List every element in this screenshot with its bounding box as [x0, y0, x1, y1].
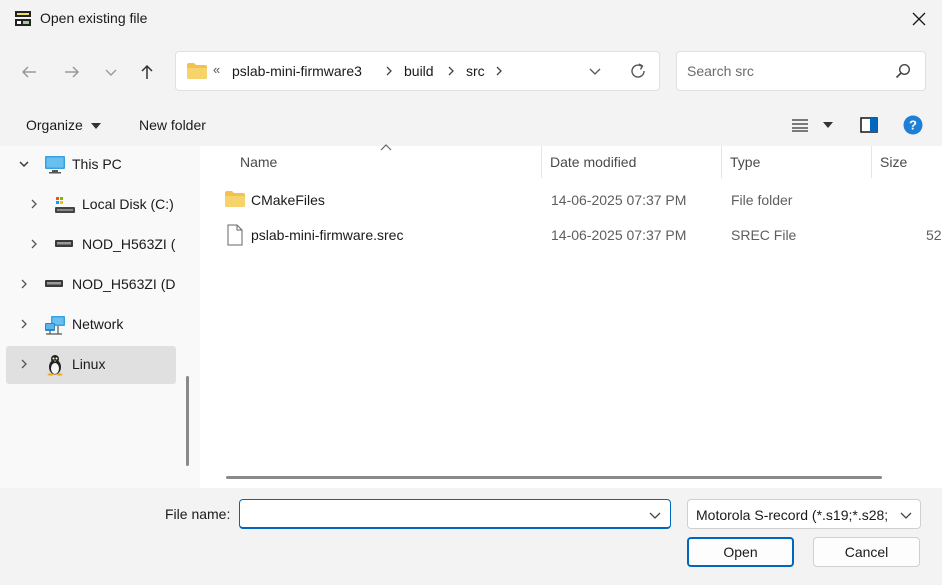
address-overflow[interactable]: «	[213, 62, 220, 77]
sidebar-item-label: NOD_H563ZI (	[82, 236, 176, 252]
file-type-value: Motorola S-record (*.s19;*.s28;	[696, 507, 889, 523]
sidebar-item-label: Network	[72, 316, 124, 332]
file-date: 14-06-2025 07:37 PM	[551, 227, 687, 243]
command-bar: Organize New folder ?	[0, 106, 942, 146]
caret-down-icon	[90, 123, 101, 129]
file-name: CMakeFiles	[251, 192, 325, 208]
sidebar-item-label: NOD_H563ZI (D:	[72, 276, 176, 292]
arrow-right-icon	[65, 66, 80, 78]
local-disk-icon	[55, 197, 75, 213]
column-header-size[interactable]: Size	[880, 154, 907, 170]
file-type: SREC File	[731, 227, 797, 243]
back-button[interactable]	[17, 60, 41, 84]
column-header-date-modified[interactable]: Date modified	[550, 154, 636, 170]
caret-down-icon	[822, 122, 833, 128]
sidebar-item-network[interactable]: Network	[6, 306, 176, 344]
chevron-right-icon[interactable]	[384, 65, 394, 77]
column-header-name[interactable]: Name	[240, 154, 277, 170]
table-row[interactable]: CMakeFiles 14-06-2025 07:37 PM File fold…	[210, 183, 942, 217]
close-button[interactable]	[896, 0, 942, 38]
sort-ascending-icon	[380, 144, 392, 151]
search-icon	[895, 63, 911, 79]
chevron-down-icon	[105, 69, 117, 76]
window-title: Open existing file	[40, 10, 148, 26]
sidebar-item-linux[interactable]: Linux	[6, 346, 176, 384]
chevron-right-icon[interactable]	[494, 65, 504, 77]
new-folder-button[interactable]: New folder	[139, 117, 206, 133]
dialog-footer: File name: Motorola S-record (*.s19;*.s2…	[0, 488, 942, 585]
help-button[interactable]: ?	[903, 115, 923, 138]
app-icon	[15, 11, 31, 26]
refresh-icon[interactable]	[629, 62, 647, 80]
chevron-right-icon[interactable]	[18, 318, 30, 330]
search-input[interactable]: Search src	[676, 51, 926, 91]
breadcrumb-build[interactable]: build	[404, 63, 434, 79]
chevron-down-icon[interactable]	[588, 64, 602, 78]
breadcrumb-pslab-mini-firmware3[interactable]: pslab-mini-firmware3	[232, 63, 362, 79]
navigation-bar: « pslab-mini-firmware3 build src Search …	[0, 38, 942, 106]
arrow-left-icon	[21, 66, 36, 78]
help-icon: ?	[903, 115, 923, 135]
organize-label: Organize	[26, 117, 83, 133]
sidebar-item-label: This PC	[72, 156, 122, 172]
search-placeholder: Search src	[687, 63, 754, 79]
up-button[interactable]	[135, 60, 159, 84]
close-icon	[912, 12, 926, 26]
table-row[interactable]: pslab-mini-firmware.srec 14-06-2025 07:3…	[210, 218, 942, 252]
chevron-right-icon[interactable]	[446, 65, 456, 77]
column-divider[interactable]	[721, 146, 722, 178]
open-button[interactable]: Open	[687, 537, 794, 567]
file-name: pslab-mini-firmware.srec	[251, 227, 404, 243]
chevron-down-icon[interactable]	[18, 158, 30, 170]
file-icon	[227, 224, 243, 246]
sidebar-item-label: Linux	[72, 356, 106, 372]
arrow-up-icon	[141, 64, 153, 79]
preview-pane-button[interactable]	[860, 117, 878, 136]
linux-icon	[47, 355, 63, 376]
file-name-label: File name:	[165, 506, 231, 522]
view-options-button[interactable]	[791, 118, 833, 135]
preview-pane-icon	[860, 117, 878, 133]
column-divider[interactable]	[871, 146, 872, 178]
breadcrumb-src[interactable]: src	[466, 63, 485, 79]
address-bar[interactable]: « pslab-mini-firmware3 build src	[175, 51, 660, 91]
folder-icon	[225, 191, 245, 207]
title-bar: Open existing file	[0, 0, 942, 38]
sidebar-item-this-pc[interactable]: This PC	[6, 146, 176, 184]
pc-icon	[45, 156, 65, 174]
svg-text:?: ?	[909, 118, 917, 133]
file-name-input[interactable]	[239, 499, 671, 529]
file-date: 14-06-2025 07:37 PM	[551, 192, 687, 208]
sidebar-item-nod-drive[interactable]: NOD_H563ZI (	[6, 226, 176, 264]
list-view-icon	[792, 119, 808, 132]
sidebar-scrollbar[interactable]	[186, 376, 189, 466]
column-header-type[interactable]: Type	[730, 154, 760, 170]
chevron-down-icon[interactable]	[648, 508, 662, 522]
organize-button[interactable]: Organize	[26, 117, 101, 133]
cancel-button[interactable]: Cancel	[813, 537, 920, 567]
chevron-right-icon[interactable]	[18, 278, 30, 290]
file-size: 52	[926, 227, 942, 243]
file-type-select[interactable]: Motorola S-record (*.s19;*.s28;	[687, 499, 921, 529]
chevron-right-icon[interactable]	[28, 238, 40, 250]
file-type: File folder	[731, 192, 793, 208]
recent-locations-button[interactable]	[99, 60, 123, 84]
navigation-pane: This PC Local Disk (C:) NOD_H563ZI (NOD…	[0, 146, 200, 488]
chevron-right-icon[interactable]	[28, 198, 40, 210]
sidebar-item-local-disk[interactable]: Local Disk (C:)	[6, 186, 176, 224]
sidebar-item-nod-drive-d[interactable]: NOD_H563ZI (D:	[6, 266, 176, 304]
drive-icon	[45, 280, 63, 287]
sidebar-item-label: Local Disk (C:)	[82, 196, 174, 212]
folder-icon	[187, 63, 207, 79]
file-list: Name Date modified Type Size CMakeFiles …	[200, 144, 942, 488]
network-icon	[45, 316, 65, 335]
chevron-down-icon	[900, 512, 912, 519]
column-divider[interactable]	[541, 146, 542, 178]
chevron-right-icon[interactable]	[18, 358, 30, 370]
horizontal-scrollbar[interactable]	[226, 476, 882, 479]
forward-button[interactable]	[60, 60, 84, 84]
drive-icon	[55, 240, 73, 247]
